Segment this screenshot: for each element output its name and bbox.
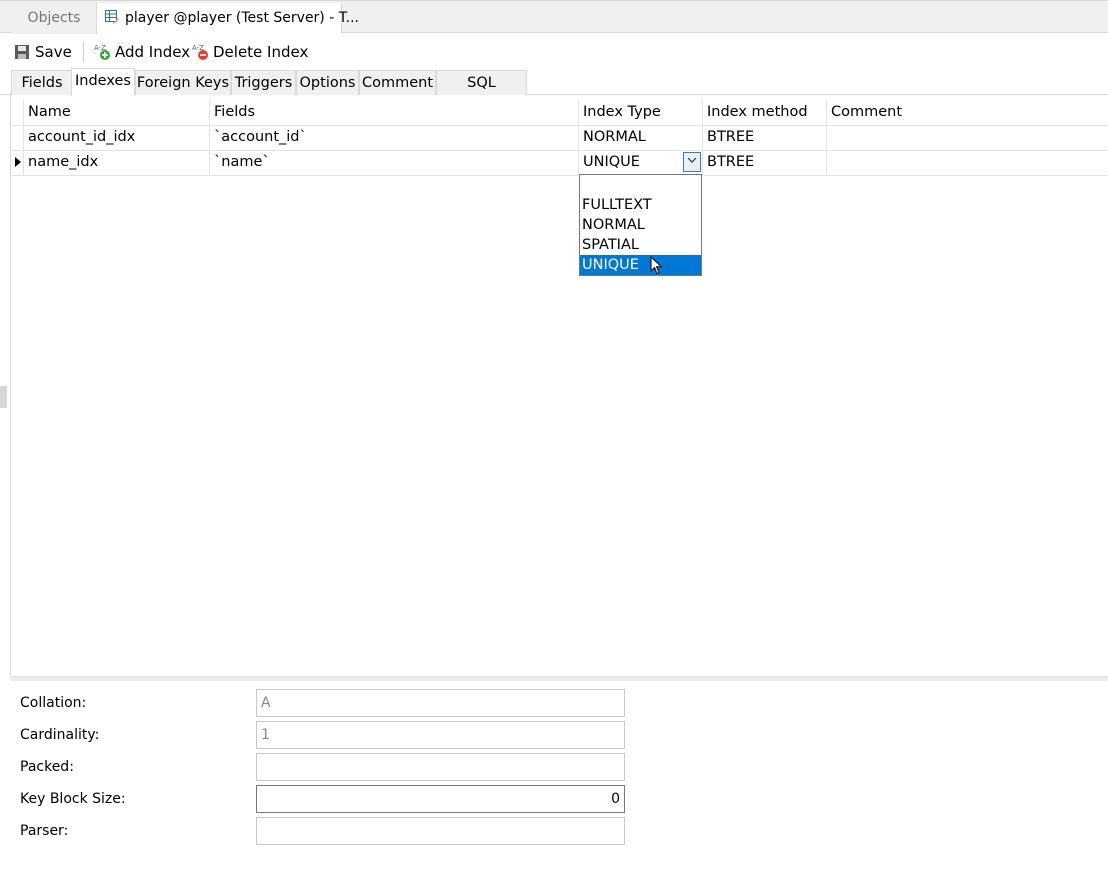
toolbar-separator <box>83 42 84 62</box>
tab-foreign-keys[interactable]: Foreign Keys <box>135 70 231 95</box>
dropdown-option-unique[interactable]: UNIQUE <box>580 255 701 275</box>
cell-index-method[interactable]: BTREE <box>702 125 826 150</box>
section-tab-bar: Fields Indexes Foreign Keys Triggers Opt… <box>0 68 1108 115</box>
tab-options[interactable]: Options <box>296 70 359 95</box>
parser-field[interactable] <box>256 817 625 845</box>
save-icon <box>14 43 32 61</box>
collation-field[interactable]: A <box>256 689 625 717</box>
delete-index-icon: A-Z <box>192 42 210 60</box>
tab-objects[interactable]: Objects <box>12 3 96 34</box>
panel-splitter[interactable] <box>10 676 1108 681</box>
chevron-down-icon <box>687 154 697 167</box>
column-header-index-type[interactable]: Index Type <box>578 100 702 125</box>
delete-index-label: Delete Index <box>213 43 309 61</box>
table-row[interactable]: name_idx `name` UNIQUE BTREE <box>11 150 1108 176</box>
tab-objects-label: Objects <box>27 10 81 26</box>
column-header-comment[interactable]: Comment <box>826 100 1108 125</box>
column-header-index-method[interactable]: Index method <box>702 100 826 125</box>
cell-fields[interactable]: `account_id` <box>209 125 581 150</box>
cell-index-method[interactable]: BTREE <box>702 150 826 175</box>
add-index-label: Add Index <box>115 43 191 61</box>
dropdown-option-spatial[interactable]: SPATIAL <box>580 235 701 255</box>
cardinality-field[interactable]: 1 <box>256 721 625 749</box>
packed-field[interactable] <box>256 753 625 781</box>
current-row-arrow-icon <box>15 157 21 167</box>
dropdown-option-empty[interactable] <box>580 175 701 195</box>
table-edit-icon <box>105 5 119 24</box>
key-block-size-field[interactable]: 0 <box>256 785 625 813</box>
cardinality-label: Cardinality: <box>20 727 100 743</box>
tab-fields[interactable]: Fields <box>11 70 73 95</box>
indexes-grid: Name Fields Index Type Index method Comm… <box>10 95 1108 675</box>
column-header-name[interactable]: Name <box>23 100 209 125</box>
tab-table-designer-label: player @player (Test Server) - T... <box>125 10 359 26</box>
index-type-dropdown-button[interactable] <box>683 152 701 172</box>
parser-label: Parser: <box>20 823 69 839</box>
cell-comment[interactable] <box>826 125 1108 150</box>
tab-table-designer[interactable]: player @player (Test Server) - T... <box>96 3 359 35</box>
document-tab-bar: Objects player @player (Test Server) - T… <box>0 0 1108 35</box>
key-block-size-label: Key Block Size: <box>20 791 126 807</box>
save-button[interactable]: Save <box>14 40 72 64</box>
dropdown-option-fulltext[interactable]: FULLTEXT <box>580 195 701 215</box>
table-row[interactable]: account_id_idx `account_id` NORMAL BTREE <box>11 125 1108 151</box>
cell-fields[interactable]: `name` <box>209 150 581 175</box>
tab-sql-preview[interactable]: SQL Preview <box>436 70 527 115</box>
tab-triggers[interactable]: Triggers <box>231 70 296 95</box>
column-header-fields[interactable]: Fields <box>209 100 581 125</box>
grid-header: Name Fields Index Type Index method Comm… <box>11 100 1108 126</box>
dropdown-option-normal[interactable]: NORMAL <box>580 215 701 235</box>
cell-index-type[interactable]: NORMAL <box>578 125 702 150</box>
cell-comment[interactable] <box>826 150 1108 175</box>
cell-name[interactable]: name_idx <box>23 150 209 175</box>
delete-index-button[interactable]: A-Z Delete Index <box>192 40 308 64</box>
add-index-icon: A-Z <box>94 42 112 60</box>
tab-indexes[interactable]: Indexes <box>71 68 135 96</box>
mouse-cursor-icon <box>650 255 663 279</box>
panel-collapse-handle[interactable] <box>0 386 7 408</box>
cell-name[interactable]: account_id_idx <box>23 125 209 150</box>
tab-comment[interactable]: Comment <box>359 70 436 95</box>
toolbar: Save A-Z Add Index A-Z Delete Index <box>0 34 1108 68</box>
collation-label: Collation: <box>20 695 87 711</box>
add-index-button[interactable]: A-Z Add Index <box>94 40 190 64</box>
index-type-dropdown-list: FULLTEXT NORMAL SPATIAL UNIQUE <box>579 174 702 276</box>
save-button-label: Save <box>35 43 72 61</box>
packed-label: Packed: <box>20 759 74 775</box>
